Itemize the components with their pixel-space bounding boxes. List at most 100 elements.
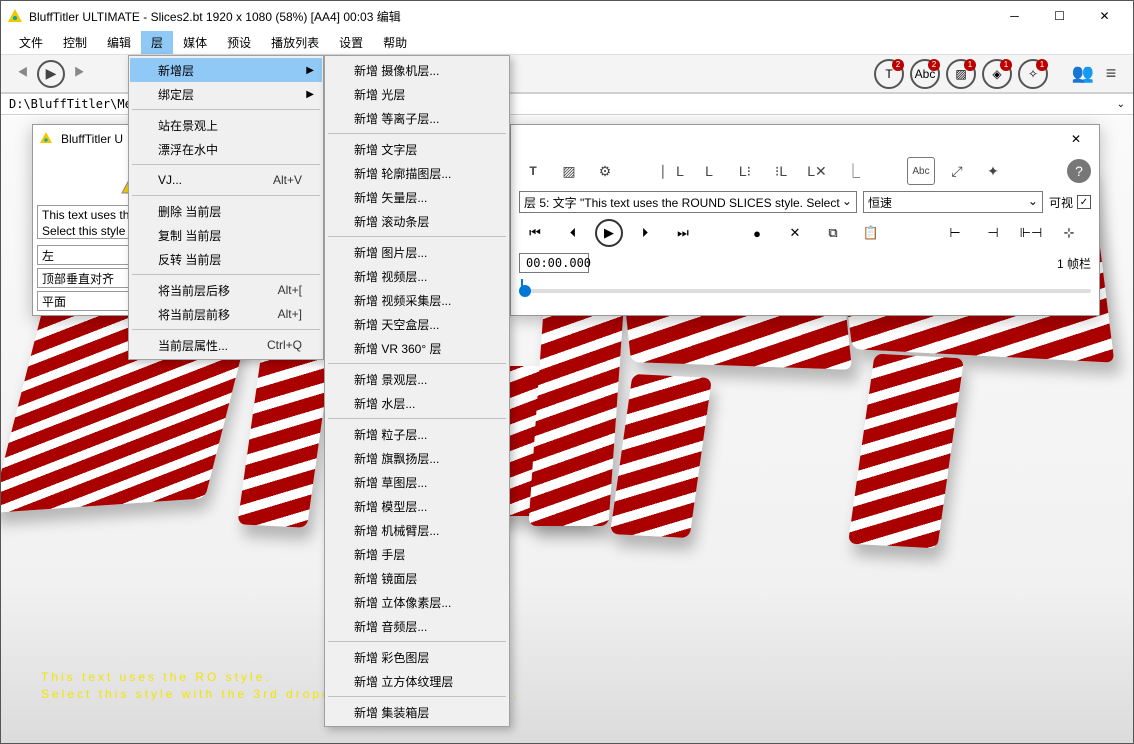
submenuitem-新增 轮廓描图层...[interactable]: 新增 轮廓描图层... [326,161,508,185]
submenuitem-新增 视频采集层...[interactable]: 新增 视频采集层... [326,288,508,312]
align-lx-icon[interactable]: L✕ [803,157,831,185]
paste-icon[interactable]: 📋 [855,219,887,247]
submenuitem-新增 文字层[interactable]: 新增 文字层 [326,137,508,161]
badge-T[interactable]: T2 [874,59,904,89]
menu-编辑[interactable]: 编辑 [97,31,141,54]
submenuitem-新增 模型层...[interactable]: 新增 模型层... [326,494,508,518]
submenuitem-新增 景观层...[interactable]: 新增 景观层... [326,367,508,391]
menuitem-将当前层前移[interactable]: 将当前层前移Alt+] [130,302,322,326]
align-l4-icon[interactable]: ⁝L [767,157,795,185]
menuitem-绑定层[interactable]: 绑定层▶ [130,82,322,106]
forward-icon[interactable]: ⯈ [65,60,93,88]
menuitem-当前层属性...[interactable]: 当前层属性...Ctrl+Q [130,333,322,357]
menuitem-站在景观上[interactable]: 站在景观上 [130,113,322,137]
menuitem-反转 当前层[interactable]: 反转 当前层 [130,247,322,271]
align-ll-icon[interactable]: ⎿ [839,157,867,185]
time-field[interactable]: 00:00.000 [519,253,589,273]
submenuitem-新增 音频层...[interactable]: 新增 音频层... [326,614,508,638]
minimize-button[interactable]: ─ [992,1,1037,31]
menu-媒体[interactable]: 媒体 [173,31,217,54]
marker-in-icon[interactable]: ⊢ [939,219,971,247]
delete-key-icon[interactable]: ✕ [779,219,811,247]
submenuitem-新增 摄像机层...[interactable]: 新增 摄像机层... [326,58,508,82]
wand-icon[interactable]: ✦ [979,157,1007,185]
hamburger-icon[interactable]: ≡ [1097,60,1125,88]
copy-icon[interactable]: ⧉ [817,219,849,247]
path-dropdown-icon[interactable]: ⌄ [1117,99,1125,110]
submenuitem-新增 手层[interactable]: 新增 手层 [326,542,508,566]
fx-tool-icon[interactable]: ⚙ [591,157,619,185]
image-tool-icon[interactable]: ▨ [555,157,583,185]
frames-label: 1 帧栏 [1057,255,1091,272]
transport-bar: ⏮ ⏴ ▶ ⏵ ⏭ ● ✕ ⧉ 📋 ⊢ ⊣ ⊩⊣ ⊹ [511,215,1099,251]
menu-播放列表[interactable]: 播放列表 [261,31,329,54]
align-l2-icon[interactable]: L [695,157,723,185]
visible-checkbox[interactable]: ✓ [1077,195,1091,209]
marker-center-icon[interactable]: ⊹ [1053,219,1085,247]
prev-frame-icon[interactable]: ⏴ [557,219,589,247]
submenuitem-新增 视频层...[interactable]: 新增 视频层... [326,264,508,288]
record-icon[interactable]: ● [741,219,773,247]
speed-select[interactable]: 恒速 [863,191,1043,213]
submenuitem-新增 滚动条层[interactable]: 新增 滚动条层 [326,209,508,233]
menuitem-将当前层后移[interactable]: 将当前层后移Alt+[ [130,278,322,302]
submenuitem-新增 粒子层...[interactable]: 新增 粒子层... [326,422,508,446]
submenuitem-新增 等离子层...[interactable]: 新增 等离子层... [326,106,508,130]
right-toolbar: T ▨ ⚙ ⎸L L L⁝ ⁝L L✕ ⎿ Abc ⤢ ✦ ? [511,153,1099,189]
layer-select[interactable]: 层 5: 文字 "This text uses the ROUND SLICES… [519,191,857,213]
layer-menu: 新增层▶绑定层▶ 站在景观上漂浮在水中 VJ...Alt+V 删除 当前层复制 当前层… [128,55,324,360]
goto-start-icon[interactable]: ⏮ [519,219,551,247]
submenuitem-新增 机械臂层...[interactable]: 新增 机械臂层... [326,518,508,542]
menu-文件[interactable]: 文件 [9,31,53,54]
back-icon[interactable]: ⯇ [9,60,37,88]
close-button[interactable]: ✕ [1082,1,1127,31]
badge-◈[interactable]: ◈1 [982,59,1012,89]
submenuitem-新增 立方体纹理层[interactable]: 新增 立方体纹理层 [326,669,508,693]
play-button[interactable]: ▶ [37,60,65,88]
badge-✧[interactable]: ✧1 [1018,59,1048,89]
expand-icon[interactable]: ⤢ [943,157,971,185]
submenuitem-新增 图片层...[interactable]: 新增 图片层... [326,240,508,264]
menuitem-复制 当前层[interactable]: 复制 当前层 [130,223,322,247]
help-icon[interactable]: ? [1067,159,1091,183]
next-frame-icon[interactable]: ⏵ [629,219,661,247]
menu-帮助[interactable]: 帮助 [373,31,417,54]
menu-预设[interactable]: 预设 [217,31,261,54]
users-icon[interactable]: 👥 [1069,60,1097,88]
align-l-icon[interactable]: ⎸L [659,157,687,185]
submenuitem-新增 光层[interactable]: 新增 光层 [326,82,508,106]
submenuitem-新增 水层...[interactable]: 新增 水层... [326,391,508,415]
text-tool-icon[interactable]: T [519,157,547,185]
menuitem-删除 当前层[interactable]: 删除 当前层 [130,199,322,223]
marker-range-icon[interactable]: ⊩⊣ [1015,219,1047,247]
menuitem-漂浮在水中[interactable]: 漂浮在水中 [130,137,322,161]
align-l3-icon[interactable]: L⁝ [731,157,759,185]
timeline-thumb[interactable] [519,285,531,297]
menuitem-新增层[interactable]: 新增层▶ [130,58,322,82]
menu-设置[interactable]: 设置 [329,31,373,54]
menuitem-VJ...[interactable]: VJ...Alt+V [130,168,322,192]
submenuitem-新增 草图层...[interactable]: 新增 草图层... [326,470,508,494]
submenuitem-新增 集装箱层[interactable]: 新增 集装箱层 [326,700,508,724]
left-panel-title: BluffTitler U [61,132,123,146]
submenuitem-新增 矢量层...[interactable]: 新增 矢量层... [326,185,508,209]
goto-end-icon[interactable]: ⏭ [667,219,699,247]
maximize-button[interactable]: ☐ [1037,1,1082,31]
submenuitem-新增 天空盒层...[interactable]: 新增 天空盒层... [326,312,508,336]
right-panel-titlebar[interactable]: ✕ [511,125,1099,153]
submenuitem-新增 VR 360° 层[interactable]: 新增 VR 360° 层 [326,336,508,360]
submenuitem-新增 镜面层[interactable]: 新增 镜面层 [326,566,508,590]
panel-close-button[interactable]: ✕ [1059,126,1093,152]
abc-tool-icon[interactable]: Abc [907,157,935,185]
menu-控制[interactable]: 控制 [53,31,97,54]
menu-层[interactable]: 层 [141,31,173,54]
badge-▨[interactable]: ▨1 [946,59,976,89]
submenuitem-新增 旗飘扬层...[interactable]: 新增 旗飘扬层... [326,446,508,470]
play-icon[interactable]: ▶ [595,219,623,247]
submenuitem-新增 彩色图层[interactable]: 新增 彩色图层 [326,645,508,669]
visible-label: 可视 [1049,194,1073,211]
submenuitem-新增 立体像素层...[interactable]: 新增 立体像素层... [326,590,508,614]
marker-out-icon[interactable]: ⊣ [977,219,1009,247]
timeline[interactable] [519,279,1091,303]
badge-Abc[interactable]: Abc2 [910,59,940,89]
